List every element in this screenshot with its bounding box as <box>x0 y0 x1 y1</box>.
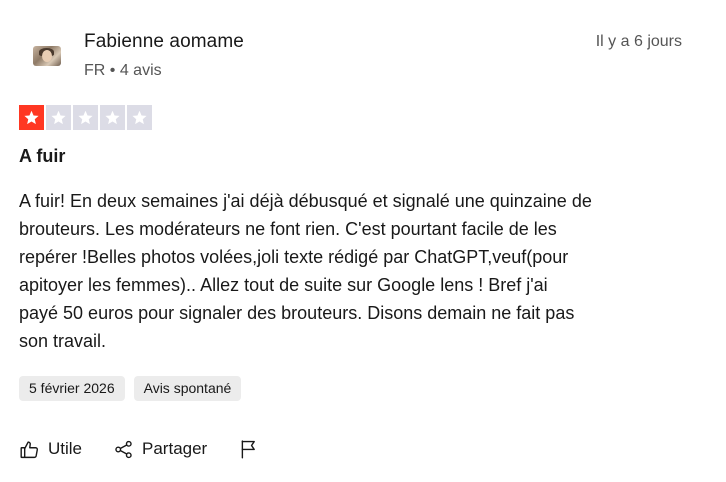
useful-label: Utile <box>48 439 83 458</box>
report-button[interactable] <box>238 438 267 460</box>
review-body-line: apitoyer les femmes).. Allez tout de sui… <box>19 275 548 295</box>
review-body-line: son travail. <box>19 331 107 351</box>
star-rating <box>19 105 152 130</box>
review-tags: 5 février 2026 Avis spontané <box>19 376 242 401</box>
review-card: Fabienne aomame FR • 4 avis Il y a 6 jou… <box>0 0 726 482</box>
reviewer-meta: FR • 4 avis <box>84 62 162 79</box>
review-type-badge[interactable]: Avis spontané <box>133 376 242 401</box>
star-icon-4 <box>100 105 125 130</box>
avatar-face <box>42 50 52 62</box>
review-relative-date: Il y a 6 jours <box>595 33 682 50</box>
avatar[interactable] <box>33 46 61 66</box>
share-button[interactable]: Partager <box>113 439 207 460</box>
review-body-line: A fuir! En deux semaines j'ai déjà débus… <box>19 191 592 211</box>
share-icon <box>113 439 134 460</box>
star-icon-2 <box>46 105 71 130</box>
reviewer-name[interactable]: Fabienne aomame <box>84 31 244 53</box>
review-body-line: brouteurs. Les modérateurs ne font rien.… <box>19 219 557 239</box>
review-actions: Utile Partager <box>19 438 267 460</box>
review-body: A fuir! En deux semaines j'ai déjà débus… <box>19 187 689 355</box>
star-icon-3 <box>73 105 98 130</box>
review-body-line: payé 50 euros pour signaler des brouteur… <box>19 303 575 323</box>
thumbs-up-icon <box>19 439 40 460</box>
review-body-line: repérer !Belles photos volées,joli texte… <box>19 247 569 267</box>
useful-button[interactable]: Utile <box>19 439 82 460</box>
star-icon-5 <box>127 105 152 130</box>
share-label: Partager <box>142 439 208 458</box>
date-of-experience-badge: 5 février 2026 <box>19 376 125 401</box>
review-title[interactable]: A fuir <box>19 146 65 167</box>
star-icon-1 <box>19 105 44 130</box>
flag-icon <box>238 438 259 460</box>
